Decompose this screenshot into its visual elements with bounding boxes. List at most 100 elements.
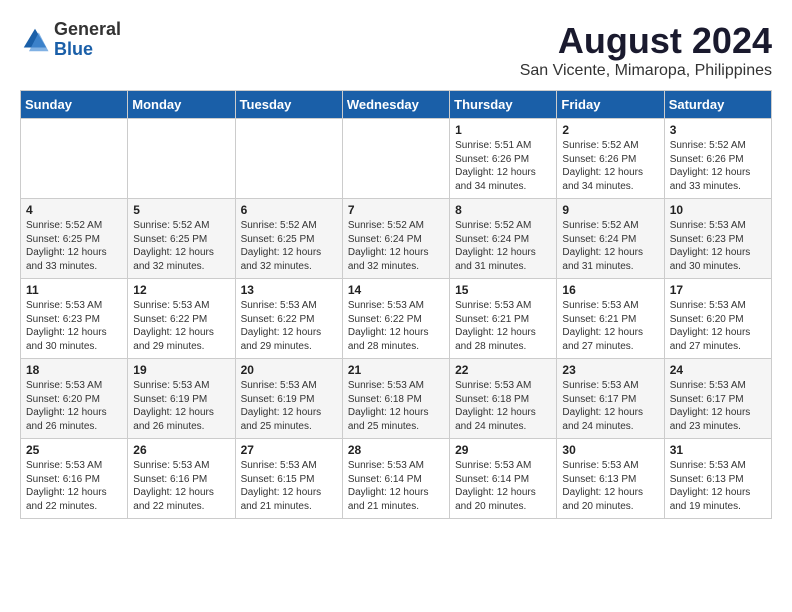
calendar-cell: 8 Sunrise: 5:52 AM Sunset: 6:24 PM Daylig… (450, 199, 557, 279)
cell-content: Sunrise: 5:52 AM Sunset: 6:25 PM Dayligh… (241, 219, 337, 273)
header-friday: Friday (557, 91, 664, 119)
calendar-cell: 4 Sunrise: 5:52 AM Sunset: 6:25 PM Daylig… (21, 199, 128, 279)
calendar-cell (21, 119, 128, 199)
day-number: 15 (455, 283, 551, 297)
day-number: 27 (241, 443, 337, 457)
header-saturday: Saturday (664, 91, 771, 119)
calendar-cell: 3 Sunrise: 5:52 AM Sunset: 6:26 PM Daylig… (664, 119, 771, 199)
calendar-cell: 5 Sunrise: 5:52 AM Sunset: 6:25 PM Daylig… (128, 199, 235, 279)
cell-content: Sunrise: 5:53 AM Sunset: 6:18 PM Dayligh… (348, 379, 444, 433)
calendar-body: 1Sunrise: 5:51 AM Sunset: 6:26 PM Daylig… (21, 119, 772, 519)
calendar-cell: 11Sunrise: 5:53 AM Sunset: 6:23 PM Dayli… (21, 279, 128, 359)
cell-content: Sunrise: 5:53 AM Sunset: 6:17 PM Dayligh… (562, 379, 658, 433)
cell-content: Sunrise: 5:52 AM Sunset: 6:26 PM Dayligh… (670, 139, 766, 193)
calendar-cell: 9Sunrise: 5:52 AM Sunset: 6:24 PM Daylig… (557, 199, 664, 279)
calendar-table: SundayMondayTuesdayWednesdayThursdayFrid… (20, 90, 772, 519)
calendar-cell: 17Sunrise: 5:53 AM Sunset: 6:20 PM Dayli… (664, 279, 771, 359)
cell-content: Sunrise: 5:53 AM Sunset: 6:21 PM Dayligh… (455, 299, 551, 353)
calendar-cell: 14Sunrise: 5:53 AM Sunset: 6:22 PM Dayli… (342, 279, 449, 359)
day-number: 9 (562, 203, 658, 217)
calendar-cell: 26 Sunrise: 5:53 AM Sunset: 6:16 PM Dayli… (128, 439, 235, 519)
calendar-cell: 23 Sunrise: 5:53 AM Sunset: 6:17 PM Dayli… (557, 359, 664, 439)
logo-general-text: General (54, 20, 121, 40)
cell-content: Sunrise: 5:52 AM Sunset: 6:24 PM Dayligh… (455, 219, 551, 273)
day-number: 2 (562, 123, 658, 137)
cell-content: Sunrise: 5:53 AM Sunset: 6:13 PM Dayligh… (670, 459, 766, 513)
calendar-cell: 1Sunrise: 5:51 AM Sunset: 6:26 PM Daylig… (450, 119, 557, 199)
title-section: August 2024 San Vicente, Mimaropa, Phili… (520, 20, 772, 80)
cell-content: Sunrise: 5:52 AM Sunset: 6:25 PM Dayligh… (26, 219, 122, 273)
day-number: 24 (670, 363, 766, 377)
cell-content: Sunrise: 5:53 AM Sunset: 6:18 PM Dayligh… (455, 379, 551, 433)
cell-content: Sunrise: 5:53 AM Sunset: 6:13 PM Dayligh… (562, 459, 658, 513)
day-number: 30 (562, 443, 658, 457)
calendar-cell: 24 Sunrise: 5:53 AM Sunset: 6:17 PM Dayli… (664, 359, 771, 439)
calendar-week-1: 1Sunrise: 5:51 AM Sunset: 6:26 PM Daylig… (21, 119, 772, 199)
day-number: 28 (348, 443, 444, 457)
calendar-cell: 31 Sunrise: 5:53 AM Sunset: 6:13 PM Dayli… (664, 439, 771, 519)
calendar-cell: 21 Sunrise: 5:53 AM Sunset: 6:18 PM Dayli… (342, 359, 449, 439)
calendar-cell: 13 Sunrise: 5:53 AM Sunset: 6:22 PM Dayli… (235, 279, 342, 359)
header-monday: Monday (128, 91, 235, 119)
calendar-week-3: 11Sunrise: 5:53 AM Sunset: 6:23 PM Dayli… (21, 279, 772, 359)
calendar-cell (235, 119, 342, 199)
cell-content: Sunrise: 5:53 AM Sunset: 6:14 PM Dayligh… (455, 459, 551, 513)
calendar-cell: 2 Sunrise: 5:52 AM Sunset: 6:26 PM Daylig… (557, 119, 664, 199)
calendar-cell: 28 Sunrise: 5:53 AM Sunset: 6:14 PM Dayli… (342, 439, 449, 519)
calendar-week-2: 4 Sunrise: 5:52 AM Sunset: 6:25 PM Daylig… (21, 199, 772, 279)
cell-content: Sunrise: 5:53 AM Sunset: 6:22 PM Dayligh… (348, 299, 444, 353)
logo: General Blue (20, 20, 121, 60)
page-header: General Blue August 2024 San Vicente, Mi… (20, 20, 772, 80)
calendar-cell: 16 Sunrise: 5:53 AM Sunset: 6:21 PM Dayli… (557, 279, 664, 359)
day-number: 18 (26, 363, 122, 377)
day-number: 8 (455, 203, 551, 217)
day-number: 16 (562, 283, 658, 297)
day-number: 17 (670, 283, 766, 297)
header-sunday: Sunday (21, 91, 128, 119)
cell-content: Sunrise: 5:53 AM Sunset: 6:22 PM Dayligh… (133, 299, 229, 353)
calendar-cell: 20 Sunrise: 5:53 AM Sunset: 6:19 PM Dayli… (235, 359, 342, 439)
day-number: 5 (133, 203, 229, 217)
calendar-cell: 25Sunrise: 5:53 AM Sunset: 6:16 PM Dayli… (21, 439, 128, 519)
day-number: 3 (670, 123, 766, 137)
day-number: 23 (562, 363, 658, 377)
logo-icon (20, 25, 50, 55)
cell-content: Sunrise: 5:53 AM Sunset: 6:16 PM Dayligh… (133, 459, 229, 513)
day-number: 29 (455, 443, 551, 457)
day-number: 21 (348, 363, 444, 377)
calendar-cell: 19Sunrise: 5:53 AM Sunset: 6:19 PM Dayli… (128, 359, 235, 439)
cell-content: Sunrise: 5:51 AM Sunset: 6:26 PM Dayligh… (455, 139, 551, 193)
cell-content: Sunrise: 5:53 AM Sunset: 6:23 PM Dayligh… (26, 299, 122, 353)
calendar-cell (342, 119, 449, 199)
calendar-cell: 30 Sunrise: 5:53 AM Sunset: 6:13 PM Dayli… (557, 439, 664, 519)
day-number: 20 (241, 363, 337, 377)
cell-content: Sunrise: 5:53 AM Sunset: 6:19 PM Dayligh… (133, 379, 229, 433)
cell-content: Sunrise: 5:53 AM Sunset: 6:16 PM Dayligh… (26, 459, 122, 513)
header-tuesday: Tuesday (235, 91, 342, 119)
calendar-cell: 29 Sunrise: 5:53 AM Sunset: 6:14 PM Dayli… (450, 439, 557, 519)
day-number: 22 (455, 363, 551, 377)
calendar-header-row: SundayMondayTuesdayWednesdayThursdayFrid… (21, 91, 772, 119)
cell-content: Sunrise: 5:53 AM Sunset: 6:20 PM Dayligh… (26, 379, 122, 433)
calendar-cell: 15 Sunrise: 5:53 AM Sunset: 6:21 PM Dayli… (450, 279, 557, 359)
cell-content: Sunrise: 5:53 AM Sunset: 6:19 PM Dayligh… (241, 379, 337, 433)
cell-content: Sunrise: 5:53 AM Sunset: 6:14 PM Dayligh… (348, 459, 444, 513)
calendar-cell: 7Sunrise: 5:52 AM Sunset: 6:24 PM Daylig… (342, 199, 449, 279)
cell-content: Sunrise: 5:53 AM Sunset: 6:17 PM Dayligh… (670, 379, 766, 433)
day-number: 26 (133, 443, 229, 457)
day-number: 10 (670, 203, 766, 217)
day-number: 12 (133, 283, 229, 297)
cell-content: Sunrise: 5:53 AM Sunset: 6:21 PM Dayligh… (562, 299, 658, 353)
calendar-cell: 10Sunrise: 5:53 AM Sunset: 6:23 PM Dayli… (664, 199, 771, 279)
calendar-week-4: 18 Sunrise: 5:53 AM Sunset: 6:20 PM Dayli… (21, 359, 772, 439)
day-number: 13 (241, 283, 337, 297)
cell-content: Sunrise: 5:52 AM Sunset: 6:25 PM Dayligh… (133, 219, 229, 273)
cell-content: Sunrise: 5:53 AM Sunset: 6:22 PM Dayligh… (241, 299, 337, 353)
cell-content: Sunrise: 5:53 AM Sunset: 6:15 PM Dayligh… (241, 459, 337, 513)
day-number: 7 (348, 203, 444, 217)
day-number: 31 (670, 443, 766, 457)
header-thursday: Thursday (450, 91, 557, 119)
day-number: 4 (26, 203, 122, 217)
day-number: 6 (241, 203, 337, 217)
cell-content: Sunrise: 5:52 AM Sunset: 6:26 PM Dayligh… (562, 139, 658, 193)
